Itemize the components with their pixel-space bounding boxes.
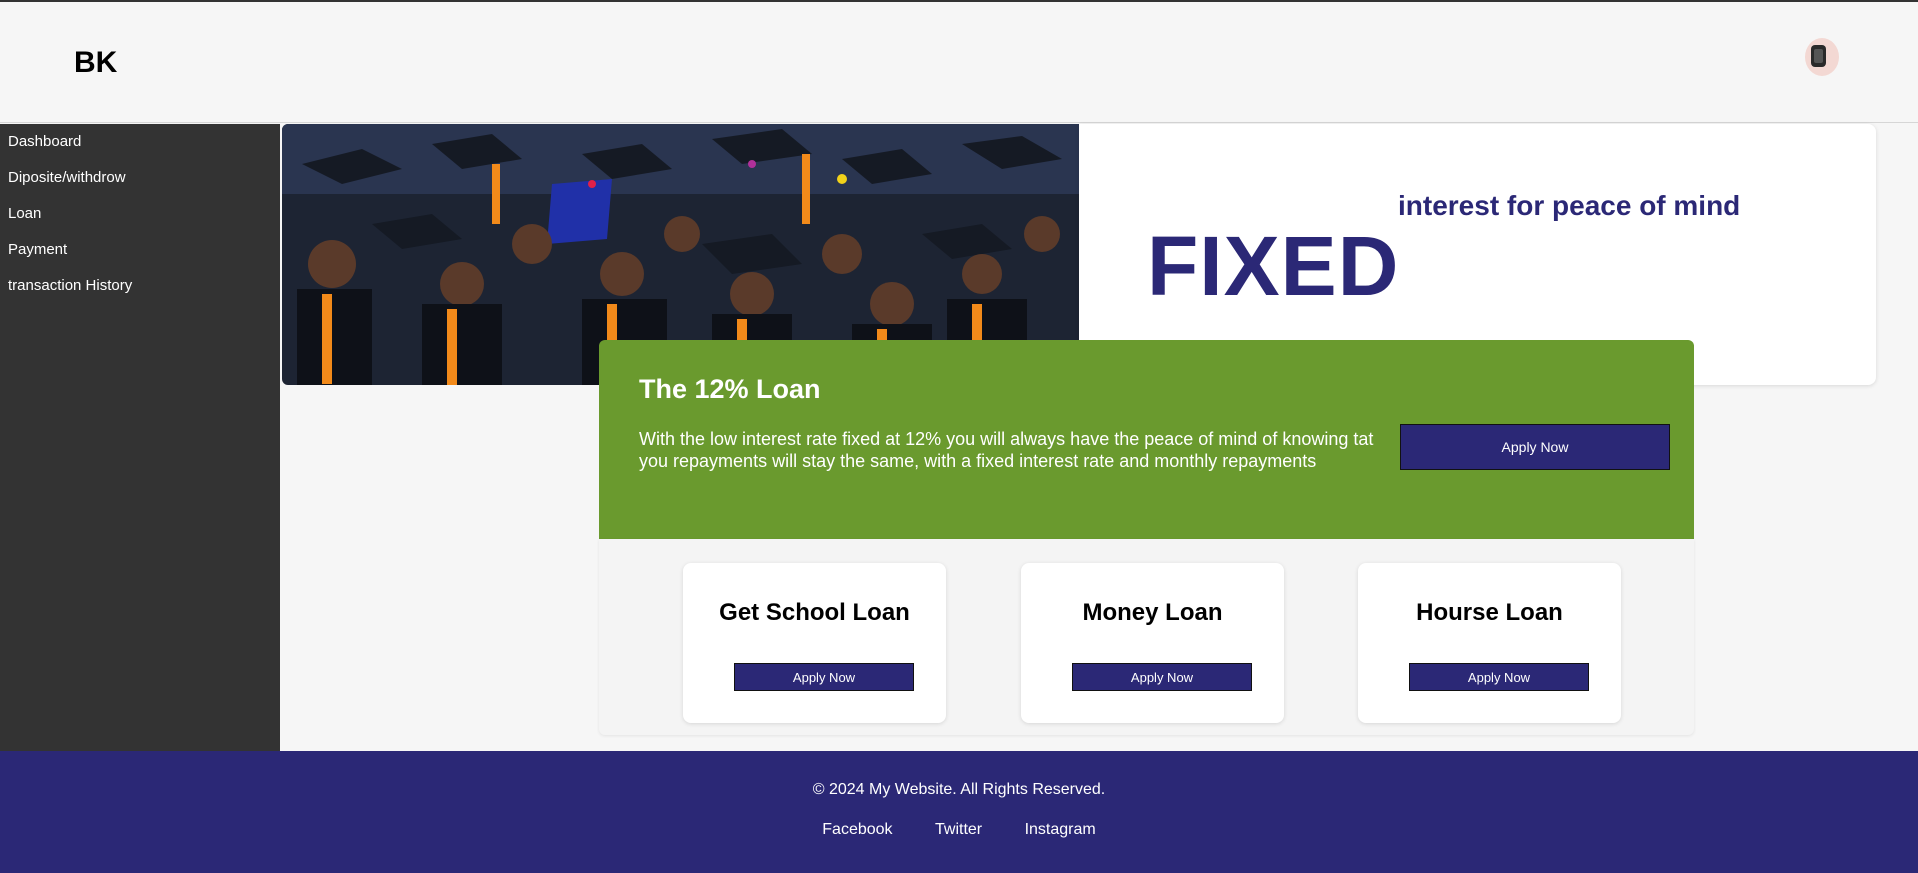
footer-link-facebook[interactable]: Facebook (822, 821, 892, 838)
house-loan-apply-button[interactable]: Apply Now (1409, 663, 1589, 691)
school-loan-apply-button[interactable]: Apply Now (734, 663, 914, 691)
loan-card-title: Get School Loan (719, 599, 910, 626)
hero-headline: FIXED (1147, 219, 1400, 313)
loan-options: Get School Loan Apply Now Money Loan App… (599, 539, 1694, 735)
user-avatar[interactable] (1805, 38, 1839, 76)
promo-description: With the low interest rate fixed at 12% … (639, 429, 1374, 471)
loan-promo-banner: The 12% Loan With the low interest rate … (599, 340, 1694, 539)
sidebar-item-loan[interactable]: Loan (0, 196, 280, 232)
promo-apply-now-button[interactable]: Apply Now (1400, 424, 1670, 470)
top-header: BK (0, 2, 1918, 123)
loan-card-title: Money Loan (1082, 599, 1223, 626)
promo-title: The 12% Loan (639, 374, 821, 404)
hero-subtitle: interest for peace of mind (1398, 190, 1741, 221)
footer-link-instagram[interactable]: Instagram (1025, 821, 1096, 838)
loan-card-title: Hourse Loan (1416, 599, 1563, 626)
avatar-image-screen (1814, 49, 1823, 63)
money-loan-apply-button[interactable]: Apply Now (1072, 663, 1252, 691)
loan-card-school: Get School Loan Apply Now (683, 563, 946, 723)
footer-links: Facebook Twitter Instagram (0, 821, 1918, 839)
footer: © 2024 My Website. All Rights Reserved. … (0, 751, 1918, 873)
brand-logo[interactable]: BK (74, 46, 117, 80)
footer-link-twitter[interactable]: Twitter (935, 821, 982, 838)
sidebar-item-deposit-withdraw[interactable]: Diposite/withdrow (0, 160, 280, 196)
sidebar-item-payment[interactable]: Payment (0, 232, 280, 268)
loan-card-house: Hourse Loan Apply Now (1358, 563, 1621, 723)
sidebar-item-dashboard[interactable]: Dashboard (0, 124, 280, 160)
sidebar-item-transaction-history[interactable]: transaction History (0, 268, 280, 304)
footer-copyright: © 2024 My Website. All Rights Reserved. (812, 781, 1106, 798)
sidebar: Dashboard Diposite/withdrow Loan Payment… (0, 124, 280, 751)
loan-card-money: Money Loan Apply Now (1021, 563, 1284, 723)
